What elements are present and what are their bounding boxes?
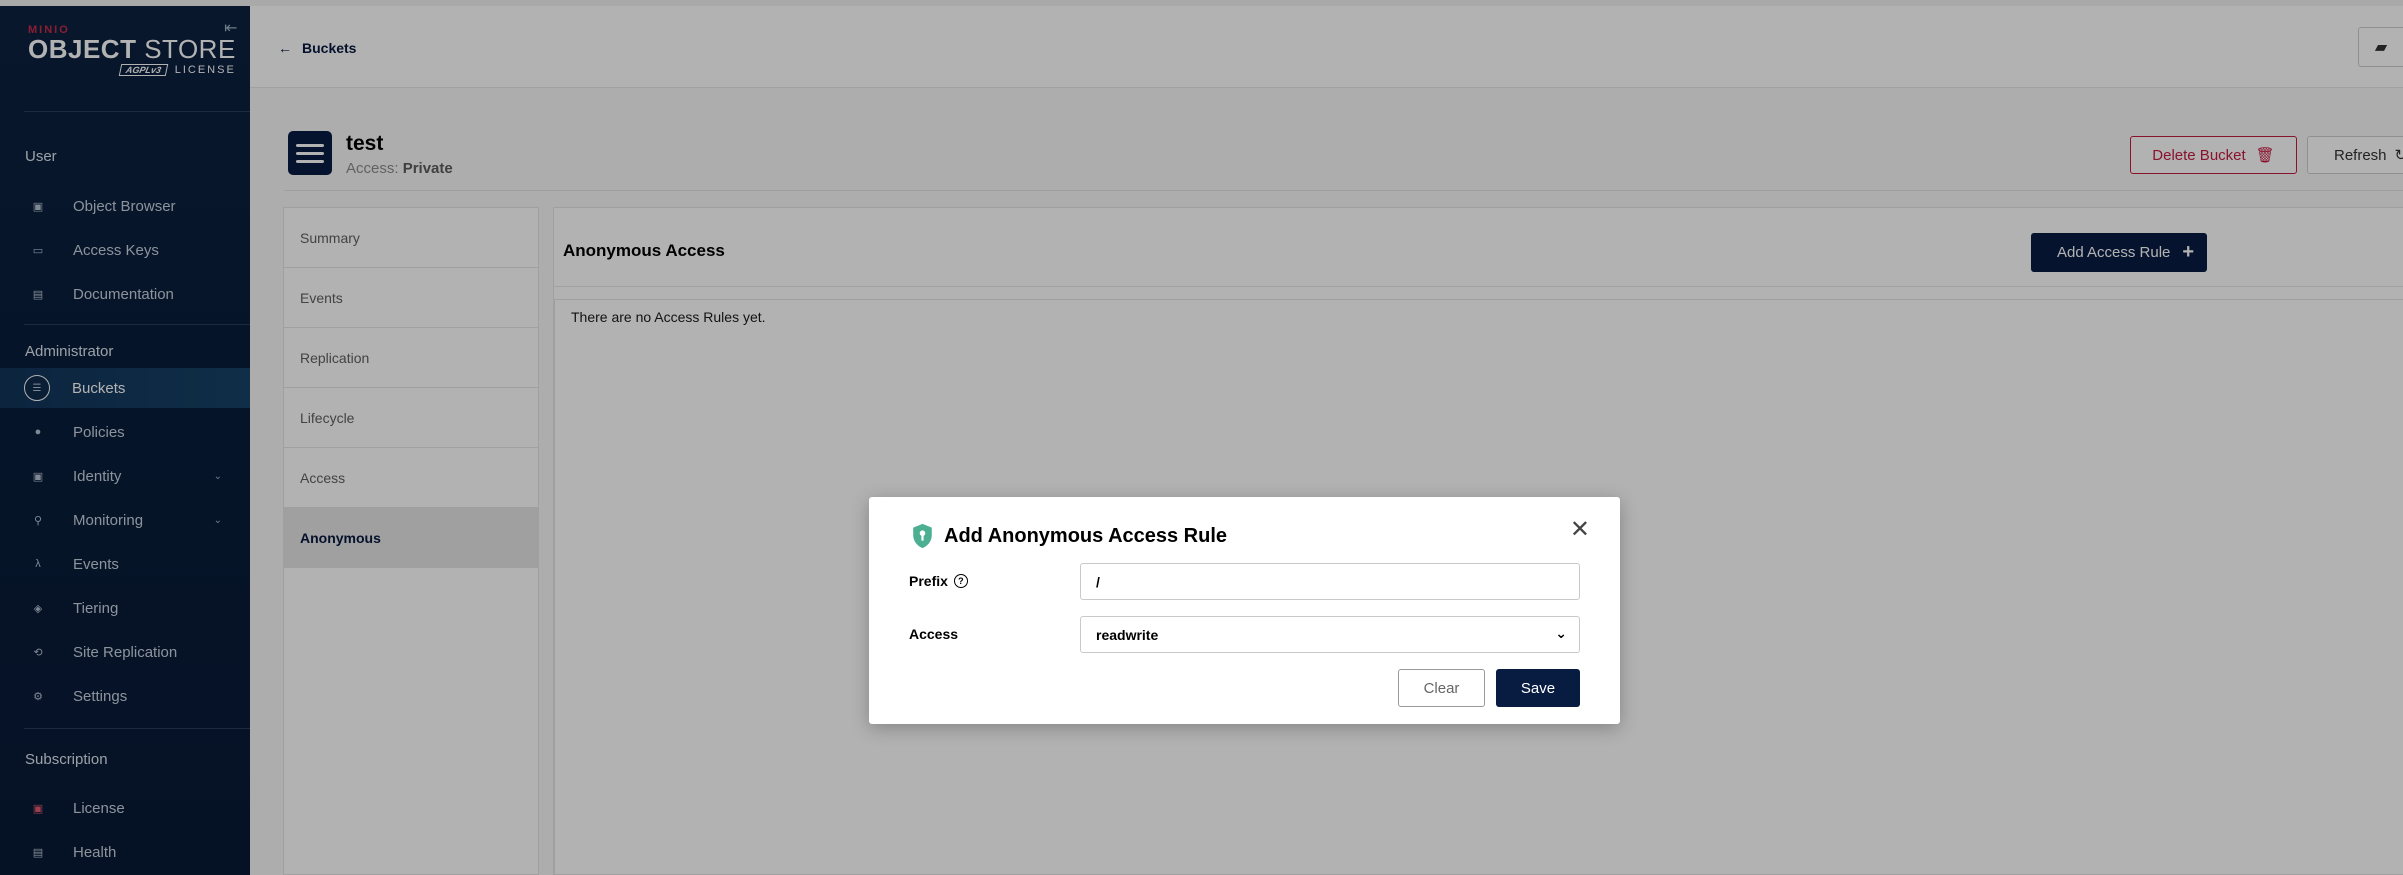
close-icon[interactable]: ✕ xyxy=(1570,515,1590,544)
help-icon[interactable]: ? xyxy=(953,574,968,588)
save-button[interactable]: Save xyxy=(1496,669,1580,707)
access-label: Access xyxy=(909,626,959,642)
add-anonymous-access-rule-dialog: Add Anonymous Access Rule ✕ Prefix ? Acc… xyxy=(869,497,1620,724)
chevron-down-icon: ⌄ xyxy=(1555,625,1567,641)
clear-button[interactable]: Clear xyxy=(1398,669,1485,707)
dialog-title: Add Anonymous Access Rule xyxy=(911,523,1227,549)
modal-backdrop[interactable] xyxy=(0,0,2403,875)
prefix-input[interactable] xyxy=(1080,563,1580,600)
prefix-label: Prefix ? xyxy=(909,573,968,589)
access-select[interactable]: readwrite ⌄ xyxy=(1080,616,1580,653)
shield-icon xyxy=(913,523,932,549)
